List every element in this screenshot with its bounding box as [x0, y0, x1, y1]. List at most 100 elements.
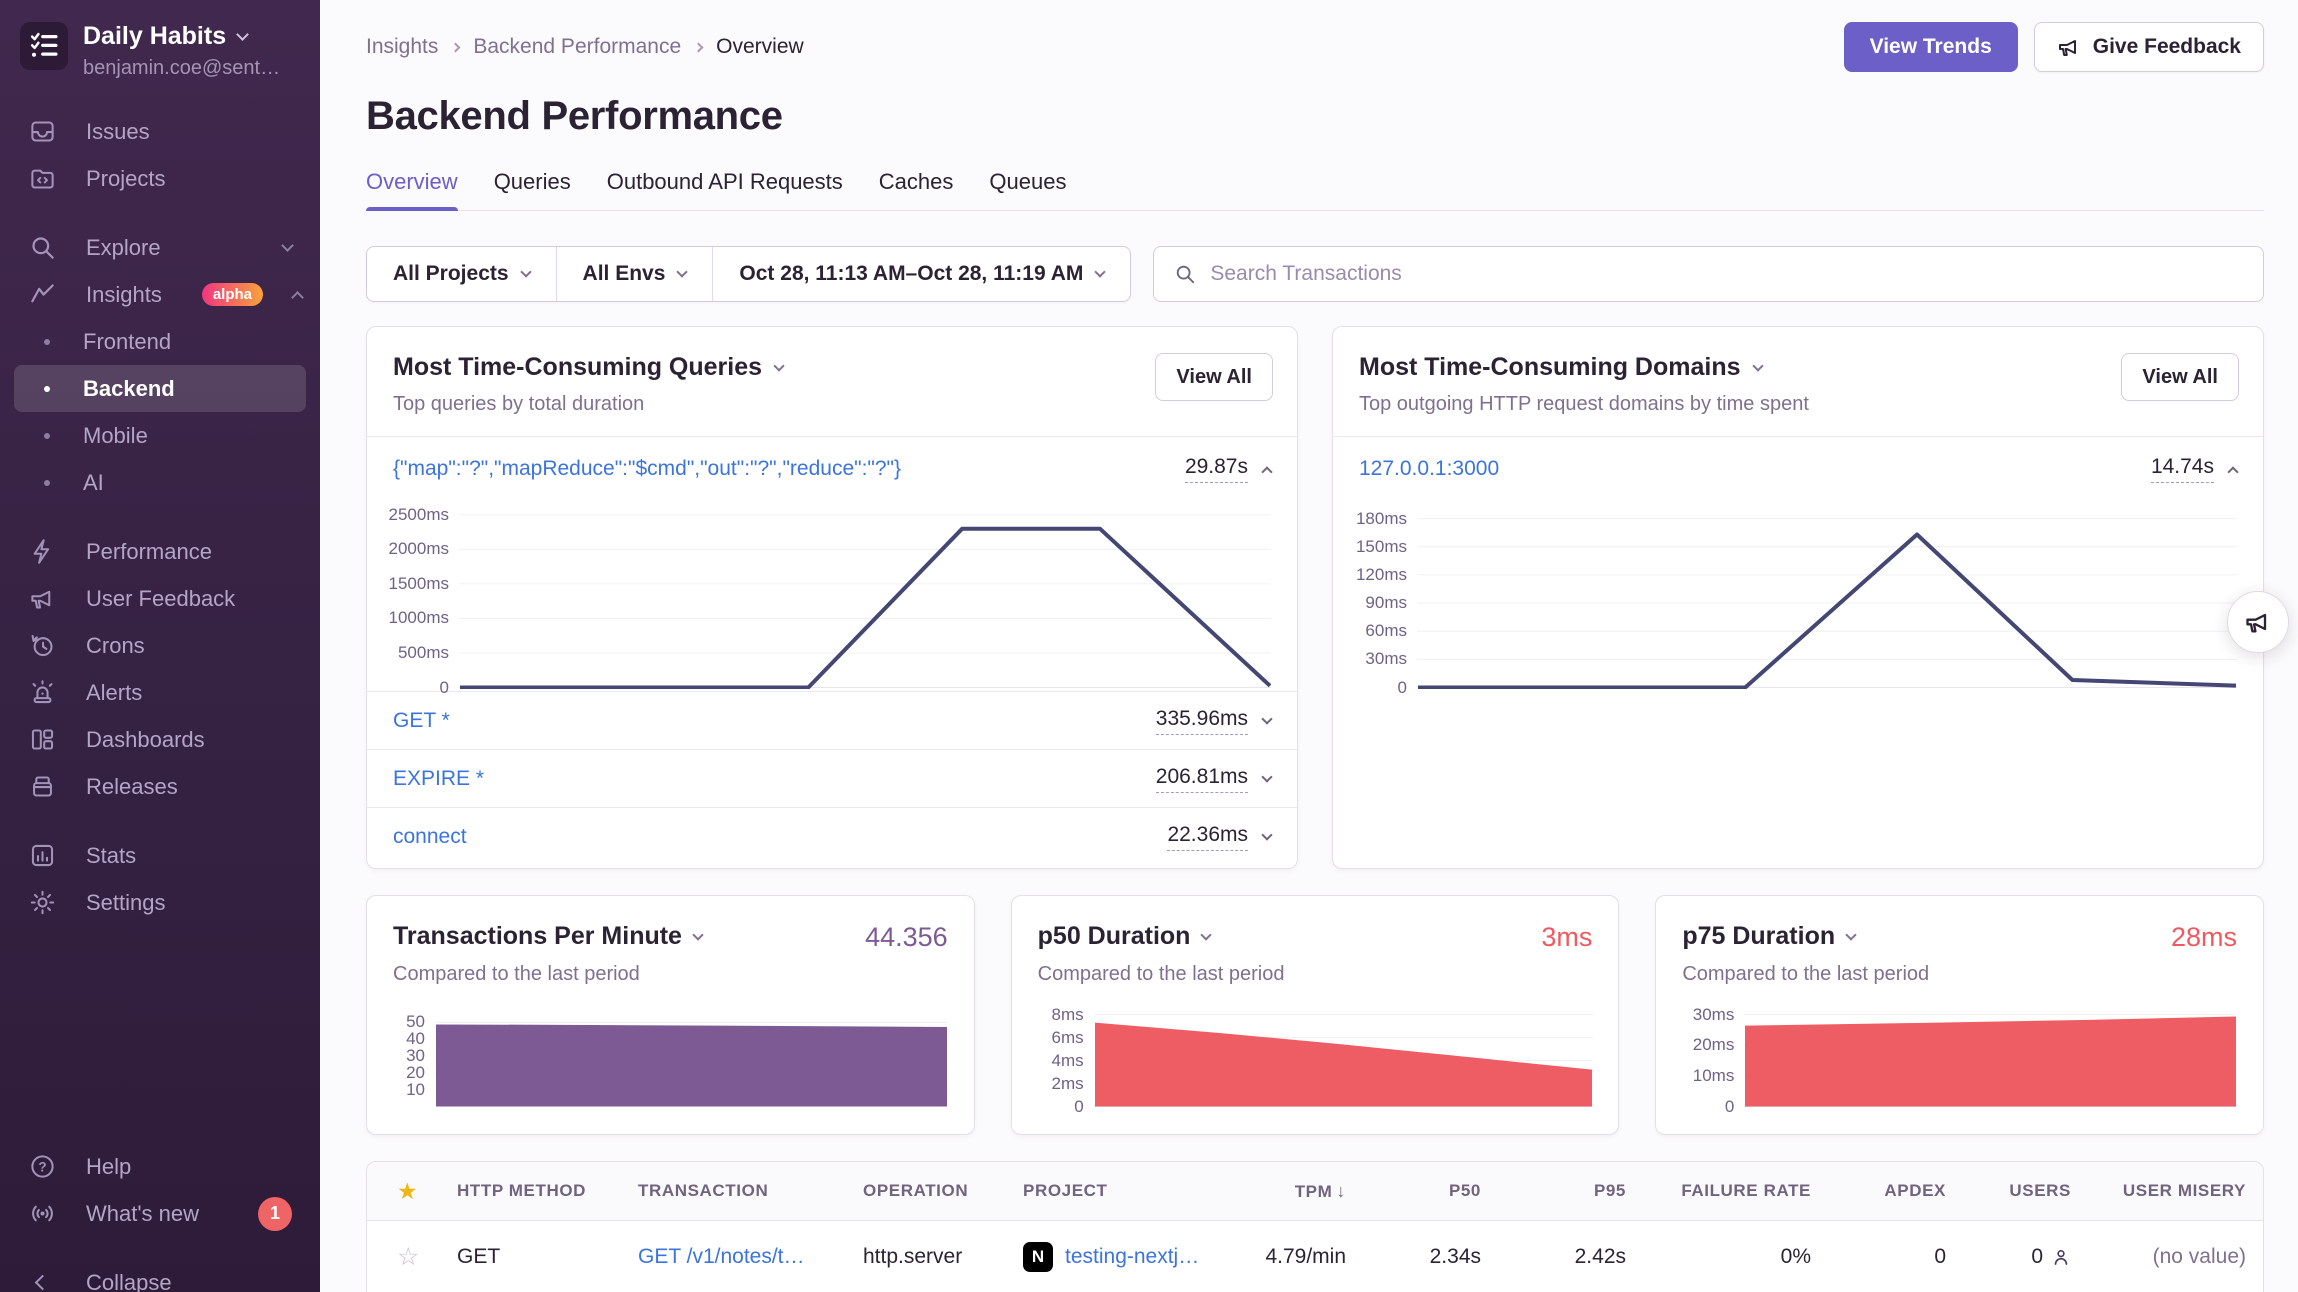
archive-icon — [28, 773, 56, 800]
sidebar-item-performance[interactable]: Performance — [0, 528, 320, 575]
sidebar-item-backend[interactable]: Backend — [14, 365, 306, 412]
table-row: ☆ GET GET /v1/notes/t… http.server N tes… — [367, 1221, 2263, 1292]
domain-duration-toggle[interactable]: 14.74s — [2151, 455, 2237, 483]
search-icon — [28, 234, 56, 261]
star-filled-icon[interactable]: ★ — [367, 1178, 457, 1205]
sidebar-collapse-button[interactable]: Collapse — [0, 1259, 320, 1292]
column-header-operation[interactable]: Operation — [863, 1181, 1023, 1201]
chevron-right-icon — [451, 42, 461, 52]
breadcrumb-backend-performance[interactable]: Backend Performance — [473, 35, 681, 59]
chevron-down-icon — [520, 266, 531, 277]
column-header-apdex[interactable]: Apdex — [1811, 1181, 1946, 1201]
tab-outbound-api-requests[interactable]: Outbound API Requests — [607, 169, 843, 210]
chevron-down-icon — [1095, 266, 1106, 277]
sidebar-item-label: Stats — [86, 843, 136, 869]
domains-panel-title-dropdown[interactable]: Most Time-Consuming Domains — [1359, 353, 1809, 382]
sidebar-item-label: Projects — [86, 166, 165, 192]
tab-queues[interactable]: Queues — [989, 169, 1066, 210]
chevron-down-icon — [1752, 360, 1763, 371]
user-icon — [2051, 1247, 2071, 1267]
page-title: Backend Performance — [366, 94, 2264, 139]
p50-value: 3ms — [1541, 922, 1592, 953]
tab-caches[interactable]: Caches — [879, 169, 954, 210]
query-link[interactable]: GET * — [393, 709, 450, 733]
column-header-user-misery[interactable]: User Misery — [2071, 1181, 2246, 1201]
sidebar-item-crons[interactable]: Crons — [0, 622, 320, 669]
column-header-p95[interactable]: P95 — [1481, 1181, 1626, 1201]
sidebar-item-help[interactable]: ? Help — [0, 1143, 320, 1190]
queries-view-all-button[interactable]: View All — [1155, 353, 1273, 401]
sidebar-item-explore[interactable]: Explore — [0, 224, 320, 271]
transaction-link[interactable]: GET /v1/notes/t… — [638, 1245, 805, 1268]
sidebar-item-insights[interactable]: Insights alpha — [0, 271, 320, 318]
query-link[interactable]: connect — [393, 825, 467, 849]
tab-queries[interactable]: Queries — [494, 169, 571, 210]
p75-title-dropdown[interactable]: p75 Duration — [1682, 922, 1855, 951]
domain-link[interactable]: 127.0.0.1:3000 — [1359, 457, 1499, 481]
query-duration-toggle[interactable]: 206.81ms — [1156, 765, 1271, 793]
query-duration-toggle[interactable]: 22.36ms — [1167, 823, 1271, 851]
y-axis-label: 500ms — [398, 644, 449, 661]
sidebar-item-alerts[interactable]: Alerts — [0, 669, 320, 716]
p50-title-dropdown[interactable]: p50 Duration — [1038, 922, 1211, 951]
projects-icon — [28, 165, 56, 192]
column-header-p50[interactable]: P50 — [1346, 1181, 1481, 1201]
chevron-down-icon — [677, 266, 688, 277]
column-header-project[interactable]: Project — [1023, 1181, 1233, 1201]
breadcrumb-insights[interactable]: Insights — [366, 35, 438, 59]
p75-duration-svg — [1744, 1004, 2237, 1108]
sidebar-item-user-feedback[interactable]: User Feedback — [0, 575, 320, 622]
siren-icon — [28, 679, 56, 706]
search-input[interactable] — [1210, 262, 2243, 286]
sidebar-item-frontend[interactable]: Frontend — [0, 318, 320, 365]
p95-cell: 2.42s — [1481, 1245, 1626, 1269]
sort-desc-icon: ↓ — [1336, 1181, 1346, 1201]
tpm-title-dropdown[interactable]: Transactions Per Minute — [393, 922, 702, 951]
project-filter-label: All Projects — [393, 262, 509, 286]
give-feedback-button[interactable]: Give Feedback — [2034, 22, 2264, 72]
sidebar-item-label: Performance — [86, 539, 212, 565]
feedback-fab[interactable] — [2227, 591, 2289, 653]
sidebar-item-whats-new[interactable]: What's new 1 — [0, 1190, 320, 1237]
column-header-http-method[interactable]: HTTP Method — [457, 1181, 638, 1201]
sidebar-item-projects[interactable]: Projects — [0, 155, 320, 202]
sidebar-item-mobile[interactable]: Mobile — [0, 412, 320, 459]
column-header-transaction[interactable]: Transaction — [638, 1181, 863, 1201]
query-link[interactable]: {"map":"?","mapReduce":"$cmd","out":"?",… — [393, 457, 901, 481]
issues-icon — [28, 118, 56, 145]
star-outline-icon[interactable]: ☆ — [367, 1242, 457, 1272]
project-link[interactable]: testing-nextj… — [1065, 1245, 1199, 1269]
org-name: Daily Habits — [83, 22, 226, 51]
query-duration-toggle[interactable]: 335.96ms — [1156, 707, 1271, 735]
column-header-failure-rate[interactable]: Failure Rate — [1626, 1181, 1811, 1201]
chart-area — [1095, 1024, 1592, 1107]
sidebar-item-releases[interactable]: Releases — [0, 763, 320, 810]
chevron-down-icon — [1261, 771, 1272, 782]
org-switcher[interactable]: Daily Habits benjamin.coe@sent… — [0, 0, 320, 80]
chart-line — [1418, 535, 2236, 688]
query-link[interactable]: EXPIRE * — [393, 767, 484, 791]
date-range-filter[interactable]: Oct 28, 11:13 AM–Oct 28, 11:19 AM — [712, 247, 1130, 301]
transactions-table: ★ HTTP Method Transaction Operation Proj… — [366, 1161, 2264, 1292]
megaphone-icon — [2244, 608, 2272, 636]
p75-chart: 30ms20ms10ms0 — [1682, 1004, 2237, 1108]
nextjs-logo-icon: N — [1023, 1242, 1053, 1272]
sidebar-item-dashboards[interactable]: Dashboards — [0, 716, 320, 763]
view-trends-button[interactable]: View Trends — [1844, 22, 2018, 72]
panel-title: Most Time-Consuming Domains — [1359, 353, 1741, 382]
environment-filter[interactable]: All Envs — [556, 247, 713, 301]
sidebar-item-ai[interactable]: AI — [0, 459, 320, 506]
column-header-tpm[interactable]: TPM↓ — [1233, 1181, 1346, 1202]
queries-panel-title-dropdown[interactable]: Most Time-Consuming Queries — [393, 353, 783, 382]
tpm-cell: 4.79/min — [1233, 1245, 1346, 1269]
project-filter[interactable]: All Projects — [367, 247, 556, 301]
column-header-users[interactable]: Users — [1946, 1181, 2071, 1201]
sidebar-item-issues[interactable]: Issues — [0, 108, 320, 155]
sidebar-item-stats[interactable]: Stats — [0, 832, 320, 879]
query-duration-toggle[interactable]: 29.87s — [1185, 455, 1271, 483]
domains-view-all-button[interactable]: View All — [2121, 353, 2239, 401]
bullet-icon — [44, 480, 50, 486]
y-axis-label: 2500ms — [389, 506, 449, 523]
tab-overview[interactable]: Overview — [366, 169, 458, 210]
sidebar-item-settings[interactable]: Settings — [0, 879, 320, 926]
